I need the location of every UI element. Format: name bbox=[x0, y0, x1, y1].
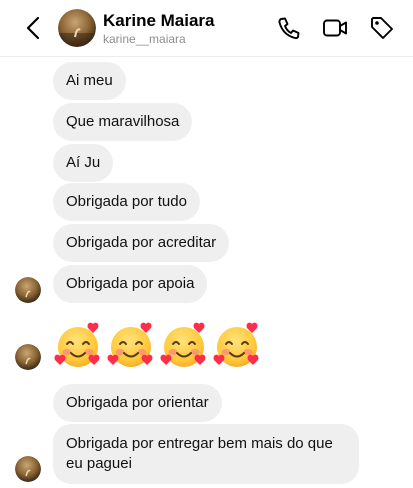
message-bubble[interactable]: Obrigada por apoia bbox=[53, 265, 208, 303]
message-bubble[interactable]: Que maravilhosa bbox=[53, 103, 193, 141]
smiling-face-with-hearts-icon bbox=[54, 322, 100, 367]
smiling-face-with-hearts-icon bbox=[160, 322, 206, 367]
tag-icon bbox=[371, 17, 393, 39]
contact-username: karine__maiara bbox=[103, 32, 186, 46]
sender-avatar[interactable] bbox=[15, 344, 41, 370]
sender-avatar[interactable] bbox=[15, 277, 41, 303]
message-bubble[interactable]: Obrigada por tudo bbox=[53, 183, 200, 221]
contact-name[interactable]: Karine Maiara bbox=[103, 11, 215, 31]
message-bubble[interactable]: Ai meu bbox=[53, 62, 126, 100]
message-bubble[interactable]: Aí Ju bbox=[53, 144, 114, 182]
emoji-message[interactable] bbox=[53, 320, 262, 372]
smiling-face-with-hearts-icon bbox=[107, 322, 153, 367]
call-button[interactable] bbox=[276, 15, 302, 41]
tag-button[interactable] bbox=[369, 15, 395, 41]
contact-avatar[interactable] bbox=[58, 9, 96, 47]
message-bubble[interactable]: Obrigada por orientar bbox=[53, 384, 222, 422]
message-bubble[interactable]: Obrigada por acreditar bbox=[53, 224, 230, 262]
video-call-button[interactable] bbox=[322, 15, 348, 41]
back-button[interactable] bbox=[22, 14, 46, 42]
sender-avatar[interactable] bbox=[15, 456, 41, 482]
smiling-face-with-hearts-icon bbox=[213, 322, 259, 367]
chevron-left-icon bbox=[26, 16, 40, 40]
phone-icon bbox=[278, 17, 300, 40]
chat-header: Karine Maiara karine__maiara bbox=[0, 0, 413, 57]
video-camera-icon bbox=[323, 19, 347, 37]
message-bubble[interactable]: Obrigada por entregar bem mais do que eu… bbox=[53, 424, 359, 484]
